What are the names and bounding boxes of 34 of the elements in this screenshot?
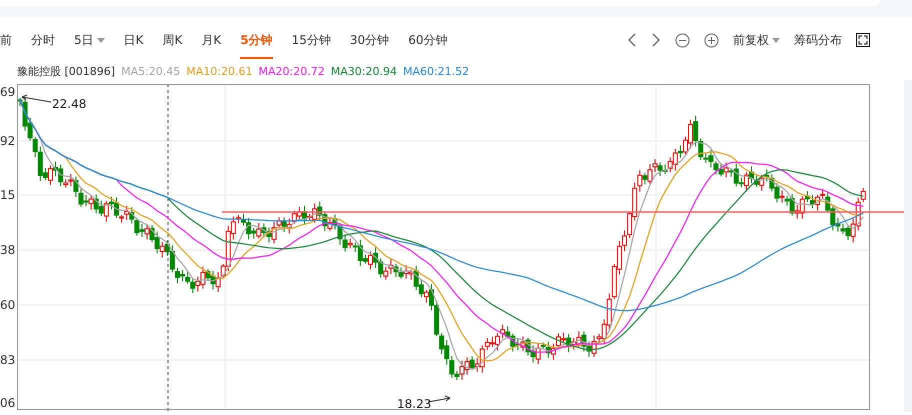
price-axis-label: 69: [0, 85, 16, 99]
price-axis-label: 06: [0, 396, 16, 410]
period-tab[interactable]: 分时: [31, 22, 55, 58]
chevron-right-icon[interactable]: [651, 33, 661, 47]
period-tab[interactable]: 30分钟: [350, 22, 390, 58]
adjust-dropdown[interactable]: 前复权: [733, 32, 780, 48]
price-axis-label: 83: [0, 353, 16, 367]
zoom-in-icon[interactable]: [704, 32, 719, 48]
period-tab[interactable]: 前: [0, 22, 12, 58]
period-tab[interactable]: 日K: [124, 22, 144, 58]
moving-average-label: MA60:21.52: [402, 65, 470, 78]
caret-icon: [96, 38, 105, 42]
moving-average-label: MA10:20.61: [186, 65, 253, 78]
stock-name: 豫能控股 [001896]: [17, 64, 116, 79]
caret-icon: [772, 38, 780, 42]
high-pointer-arrow: [22, 94, 52, 102]
price-axis-label: 38: [0, 243, 16, 257]
price-axis-label: 92: [0, 134, 16, 148]
period-tab[interactable]: 5日: [74, 22, 105, 58]
zoom-out-icon[interactable]: [675, 32, 690, 48]
high-price-label: 22.48: [52, 97, 86, 111]
period-tab[interactable]: 周K: [162, 22, 182, 58]
moving-average-label: MA5:20.45: [121, 65, 180, 78]
fullscreen-icon[interactable]: [856, 33, 870, 47]
chevron-left-icon[interactable]: [627, 33, 637, 47]
moving-average-label: MA30:20.94: [330, 65, 397, 78]
period-tab[interactable]: 月K: [201, 22, 222, 58]
low-price-label: 18.23: [397, 397, 432, 411]
chip-distribution-button[interactable]: 筹码分布: [794, 32, 842, 48]
price-axis-label: 60: [0, 298, 16, 312]
period-tab[interactable]: 60分钟: [408, 22, 448, 58]
period-tab[interactable]: 15分钟: [292, 22, 331, 58]
moving-average-label: MA20:20.72: [258, 65, 325, 78]
price-axis-label: 15: [0, 188, 16, 202]
